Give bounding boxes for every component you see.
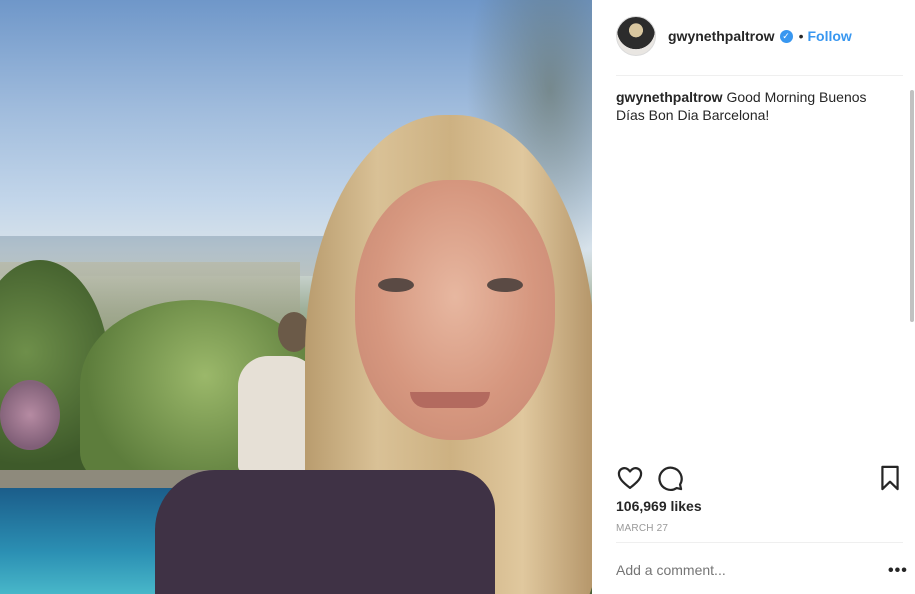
- comment-input[interactable]: [616, 562, 876, 578]
- header-divider: [616, 75, 903, 76]
- photo-shirt: [155, 470, 495, 594]
- comment-divider: [616, 542, 903, 543]
- verified-badge-icon: ✓: [779, 29, 793, 43]
- post-caption: gwynethpaltrow Good Morning Buenos Días …: [616, 88, 886, 124]
- scrollbar[interactable]: [907, 76, 915, 531]
- photo-eye-left: [378, 278, 414, 292]
- photo-flowers: [0, 380, 60, 450]
- header-username[interactable]: gwynethpaltrow: [668, 28, 775, 44]
- more-options-icon[interactable]: •••: [888, 562, 908, 580]
- action-bar: [616, 464, 903, 492]
- bookmark-icon[interactable]: [876, 464, 904, 492]
- post-photo[interactable]: [0, 0, 592, 594]
- post-date[interactable]: MARCH 27: [616, 523, 668, 534]
- photo-mouth: [410, 392, 490, 408]
- comment-bubble-icon[interactable]: [656, 464, 684, 492]
- follow-button[interactable]: Follow: [807, 28, 851, 44]
- avatar[interactable]: [616, 16, 656, 56]
- photo-eye-right: [487, 278, 523, 292]
- likes-count[interactable]: 106,969 likes: [616, 498, 702, 514]
- header-separator: •: [798, 28, 804, 44]
- post-side-panel: gwynethpaltrow ✓ • Follow gwynethpaltrow…: [592, 0, 915, 594]
- scrollbar-thumb[interactable]: [910, 90, 914, 322]
- caption-username[interactable]: gwynethpaltrow: [616, 89, 723, 105]
- heart-icon[interactable]: [616, 464, 644, 492]
- post-header: gwynethpaltrow ✓ • Follow: [616, 16, 852, 56]
